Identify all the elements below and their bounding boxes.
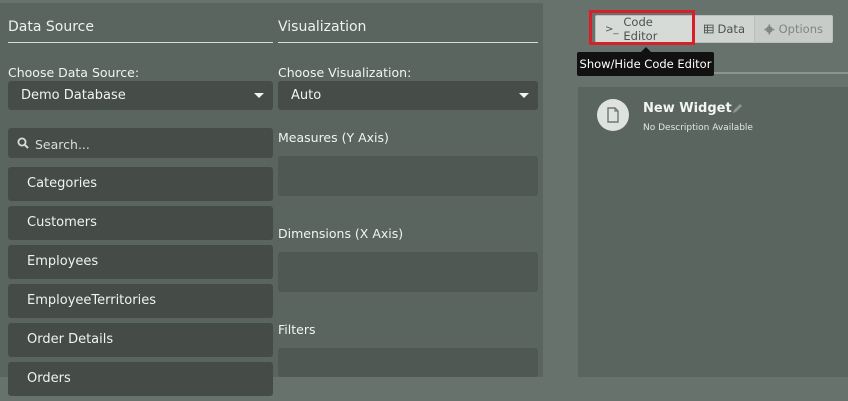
gear-icon <box>764 23 775 35</box>
visualization-value: Auto <box>291 88 322 103</box>
options-button[interactable]: Options <box>755 15 833 43</box>
data-button[interactable]: Data <box>695 15 755 43</box>
list-item[interactable]: Customers <box>8 206 273 240</box>
measures-label: Measures (Y Axis) <box>278 130 389 145</box>
options-label: Options <box>778 22 823 36</box>
data-source-title: Data Source <box>8 19 273 43</box>
dimensions-label: Dimensions (X Axis) <box>278 226 404 241</box>
choose-data-source-label: Choose Data Source: <box>8 65 140 80</box>
data-label: Data <box>717 22 745 36</box>
visualization-select[interactable]: Auto <box>278 81 538 110</box>
chevron-down-icon <box>519 93 529 98</box>
code-editor-button[interactable]: >_ Code Editor <box>595 15 695 43</box>
visualization-title: Visualization <box>278 19 538 43</box>
filters-label: Filters <box>278 322 316 337</box>
chevron-down-icon <box>254 93 264 98</box>
dimensions-drop-zone[interactable] <box>278 252 538 292</box>
measures-drop-zone[interactable] <box>278 156 538 196</box>
document-icon <box>597 99 629 131</box>
widget-title[interactable]: New Widget <box>643 101 732 116</box>
list-item[interactable]: Categories <box>8 167 273 201</box>
search-input[interactable] <box>33 128 267 160</box>
widget-description: No Description Available <box>643 123 753 133</box>
widget-card: New Widget No Description Available <box>578 87 848 377</box>
list-item[interactable]: EmployeeTerritories <box>8 284 273 318</box>
widget-toolbar: >_ Code Editor Data Options <box>595 15 833 43</box>
search-icon <box>17 137 29 149</box>
table-list: Categories Customers Employees EmployeeT… <box>8 167 273 401</box>
choose-visualization-label: Choose Visualization: <box>278 65 412 80</box>
filters-drop-zone[interactable] <box>278 348 538 377</box>
pencil-icon[interactable] <box>732 103 743 114</box>
data-source-value: Demo Database <box>21 88 126 103</box>
terminal-icon: >_ <box>605 23 619 35</box>
search-box[interactable] <box>8 128 273 160</box>
list-item[interactable]: Employees <box>8 245 273 279</box>
code-editor-label: Code Editor <box>623 15 658 43</box>
table-icon <box>704 24 714 34</box>
code-editor-tooltip: Show/Hide Code Editor <box>577 47 714 76</box>
data-source-select[interactable]: Demo Database <box>8 81 273 110</box>
list-item[interactable]: Orders <box>8 362 273 396</box>
list-item[interactable]: Order Details <box>8 323 273 357</box>
